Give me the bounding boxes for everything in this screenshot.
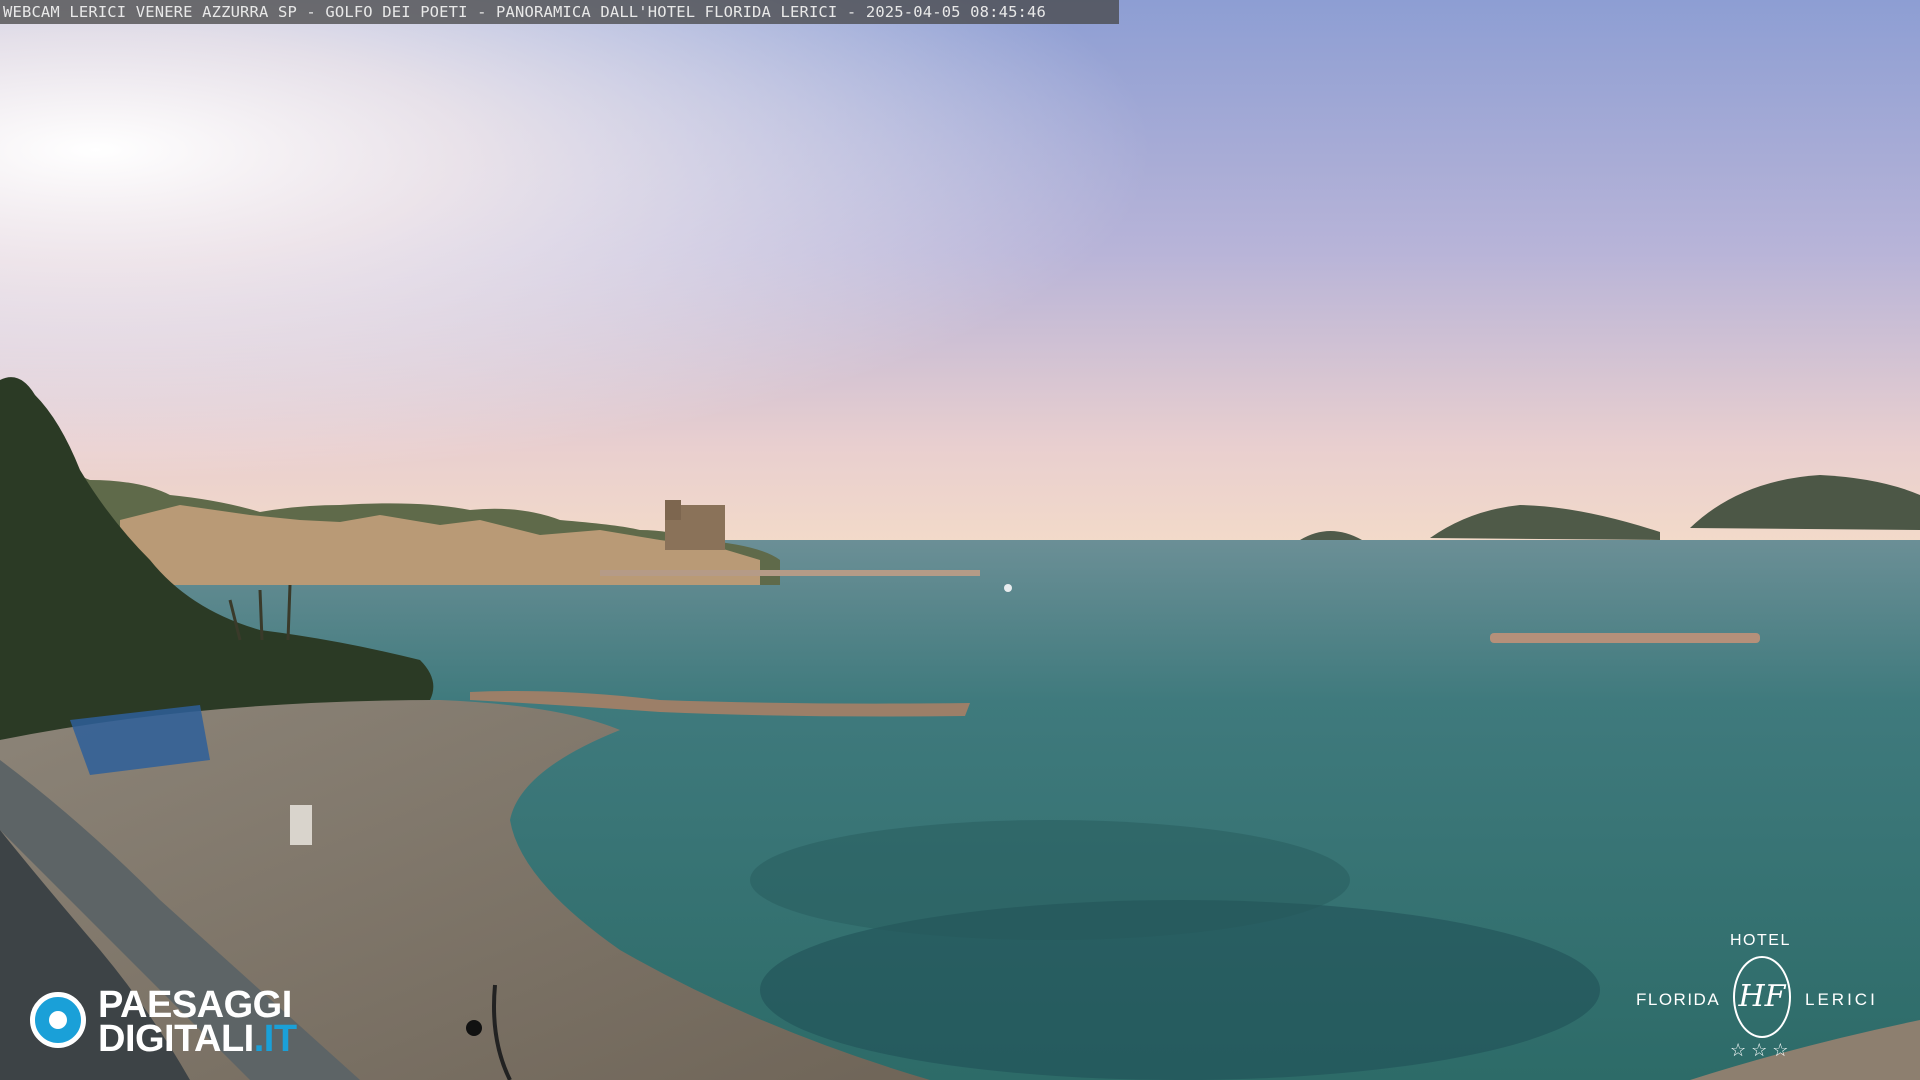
breakwater-right: [1490, 633, 1760, 643]
webcam-caption: WEBCAM LERICI VENERE AZZURRA SP - GOLFO …: [3, 3, 1046, 21]
brand-line2-main: DIGITALI: [98, 1018, 254, 1060]
lamp-head: [466, 1020, 482, 1036]
hotel-florida-logo: HOTEL FLORIDA HF LERICI ☆☆☆: [1630, 932, 1900, 1062]
paesaggi-digitali-logo: PAESAGGI DIGITALI.IT: [30, 984, 340, 1058]
harbor-pier: [600, 570, 980, 576]
hotel-logo-left: FLORIDA: [1636, 990, 1721, 1009]
boat: [1004, 584, 1012, 592]
brand-line2-suffix: .IT: [253, 1018, 297, 1060]
webcam-scene: [0, 0, 1920, 1080]
hotel-logo-top: HOTEL: [1730, 932, 1791, 949]
brand-line2: DIGITALI.IT: [98, 1020, 297, 1058]
castle-tower: [665, 500, 681, 520]
brand-line1: PAESAGGI: [98, 984, 292, 1026]
webcam-caption-bar: WEBCAM LERICI VENERE AZZURRA SP - GOLFO …: [0, 0, 1119, 24]
hotel-stars: ☆☆☆: [1730, 1040, 1794, 1060]
hotel-monogram: HF: [1733, 956, 1791, 1038]
brand-wordmark: PAESAGGI DIGITALI.IT: [98, 984, 297, 1058]
sea-shadow-far: [750, 820, 1350, 940]
camera-eye-icon: [30, 992, 86, 1048]
hotel-logo-right: LERICI: [1805, 990, 1878, 1009]
lifeguard-tower: [290, 805, 312, 845]
